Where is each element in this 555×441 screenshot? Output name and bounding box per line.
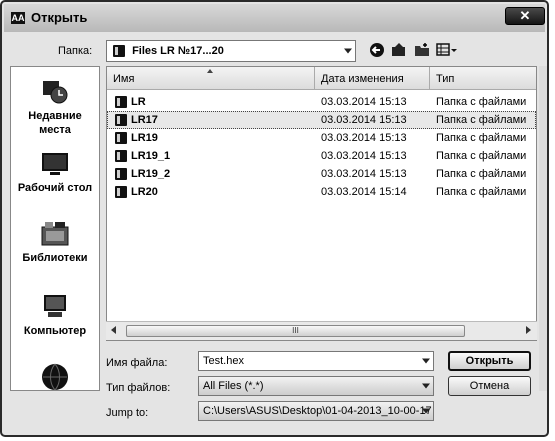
date-cell: 03.03.2014 15:13 xyxy=(321,96,407,108)
scroll-thumb[interactable]: III xyxy=(126,325,465,337)
folder-icon xyxy=(115,168,127,181)
name-cell: LR20 xyxy=(115,186,158,199)
folder-icon xyxy=(115,114,127,127)
jump-label: Jump to: xyxy=(106,407,149,419)
libraries-icon xyxy=(40,219,70,249)
file-name: LR xyxy=(131,96,146,108)
back-arrow-icon[interactable] xyxy=(369,42,385,58)
file-name: LR19_2 xyxy=(131,168,171,180)
recent-places-icon xyxy=(40,77,70,107)
open-file-dialog: AA Открыть ✕ Папка: Files LR №17...20 Не… xyxy=(0,0,549,437)
date-cell: 03.03.2014 15:13 xyxy=(321,114,407,126)
chevron-down-icon[interactable] xyxy=(344,48,352,54)
desktop-icon xyxy=(40,149,70,179)
folder-label: Папка: xyxy=(58,45,93,57)
place-libraries[interactable]: Библиотеки xyxy=(11,219,99,265)
date-cell: 03.03.2014 15:13 xyxy=(321,150,407,162)
horizontal-scrollbar[interactable]: III xyxy=(106,321,537,340)
place-network[interactable] xyxy=(11,362,99,390)
type-cell: Папка с файлами xyxy=(436,96,527,108)
place-label: Библиотеки xyxy=(22,252,88,264)
folder-icon xyxy=(115,132,127,145)
up-folder-icon[interactable] xyxy=(391,42,407,58)
filename-value: Test.hex xyxy=(203,355,244,367)
open-button[interactable]: Открыть xyxy=(448,351,531,371)
type-cell: Папка с файлами xyxy=(436,114,527,126)
place-label: Недавние места xyxy=(28,110,82,136)
filename-input[interactable]: Test.hex xyxy=(198,351,434,371)
filetype-value: All Files (*.*) xyxy=(203,380,264,392)
table-row[interactable]: LR19_1 03.03.2014 15:13 Папка с файлами xyxy=(107,147,536,165)
jump-to-value: C:\Users\ASUS\Desktop\01-04-2013_10-00-1… xyxy=(203,405,432,417)
chevron-down-icon[interactable] xyxy=(422,408,430,414)
folder-icon xyxy=(113,45,125,58)
place-computer[interactable]: Компьютер xyxy=(11,292,99,338)
name-cell: LR17 xyxy=(115,114,158,127)
name-cell: LR19_2 xyxy=(115,168,171,181)
file-list: Имя Дата изменения Тип LR 03.03.2014 15:1… xyxy=(106,66,537,341)
place-label: Компьютер xyxy=(23,325,87,337)
date-cell: 03.03.2014 15:14 xyxy=(321,186,407,198)
new-folder-icon[interactable] xyxy=(414,42,430,58)
column-header-date[interactable]: Дата изменения xyxy=(321,73,404,85)
date-cell: 03.03.2014 15:13 xyxy=(321,132,407,144)
cancel-button[interactable]: Отмена xyxy=(448,376,531,396)
place-desktop[interactable]: Рабочий стол xyxy=(11,149,99,195)
window-edge-scrollbar xyxy=(539,66,547,391)
type-cell: Папка с файлами xyxy=(436,168,527,180)
app-icon: AA xyxy=(11,12,25,24)
type-cell: Папка с файлами xyxy=(436,132,527,144)
filetype-label: Тип файлов: xyxy=(106,382,171,394)
column-divider[interactable] xyxy=(314,67,315,89)
view-menu-icon[interactable] xyxy=(436,42,458,58)
filetype-select[interactable]: All Files (*.*) xyxy=(198,376,434,396)
window-title: Открыть xyxy=(31,10,88,25)
folder-combo-value: Files LR №17...20 xyxy=(132,45,224,57)
table-row[interactable]: LR19_2 03.03.2014 15:13 Папка с файлами xyxy=(107,165,536,183)
computer-icon xyxy=(40,292,70,322)
type-cell: Папка с файлами xyxy=(436,150,527,162)
file-name: LR19_1 xyxy=(131,150,171,162)
folder-icon xyxy=(115,96,127,109)
chevron-down-icon[interactable] xyxy=(422,358,430,364)
jump-to-select[interactable]: C:\Users\ASUS\Desktop\01-04-2013_10-00-1… xyxy=(198,401,434,421)
place-label: Рабочий стол xyxy=(17,182,93,194)
scroll-right-icon[interactable] xyxy=(526,326,531,334)
file-name: LR17 xyxy=(131,114,158,126)
type-cell: Папка с файлами xyxy=(436,186,527,198)
place-recent[interactable]: Недавние места xyxy=(11,77,99,137)
table-row[interactable]: LR19 03.03.2014 15:13 Папка с файлами xyxy=(107,129,536,147)
name-cell: LR19_1 xyxy=(115,150,171,163)
folder-icon xyxy=(115,186,127,199)
chevron-down-icon[interactable] xyxy=(422,383,430,389)
folder-combo[interactable]: Files LR №17...20 xyxy=(106,40,356,62)
name-cell: LR19 xyxy=(115,132,158,145)
column-divider[interactable] xyxy=(429,67,430,89)
sort-ascending-icon xyxy=(207,69,213,73)
close-button[interactable]: ✕ xyxy=(505,7,545,25)
scroll-left-icon[interactable] xyxy=(111,326,116,334)
file-name: LR19 xyxy=(131,132,158,144)
name-cell: LR xyxy=(115,96,146,109)
column-header-type[interactable]: Тип xyxy=(436,73,454,85)
date-cell: 03.03.2014 15:13 xyxy=(321,168,407,180)
list-header: Имя Дата изменения Тип xyxy=(107,67,536,90)
network-icon xyxy=(40,362,70,390)
table-row[interactable]: LR17 03.03.2014 15:13 Папка с файлами xyxy=(107,111,536,129)
file-name: LR20 xyxy=(131,186,158,198)
filename-label: Имя файла: xyxy=(106,357,168,369)
folder-icon xyxy=(115,150,127,163)
places-sidebar: Недавние места Рабочий стол Библиотеки К… xyxy=(10,66,100,391)
column-header-name[interactable]: Имя xyxy=(113,73,134,85)
title-bar[interactable]: AA Открыть ✕ xyxy=(4,4,545,32)
table-row[interactable]: LR 03.03.2014 15:13 Папка с файлами xyxy=(107,93,536,111)
table-row[interactable]: LR20 03.03.2014 15:14 Папка с файлами xyxy=(107,183,536,201)
